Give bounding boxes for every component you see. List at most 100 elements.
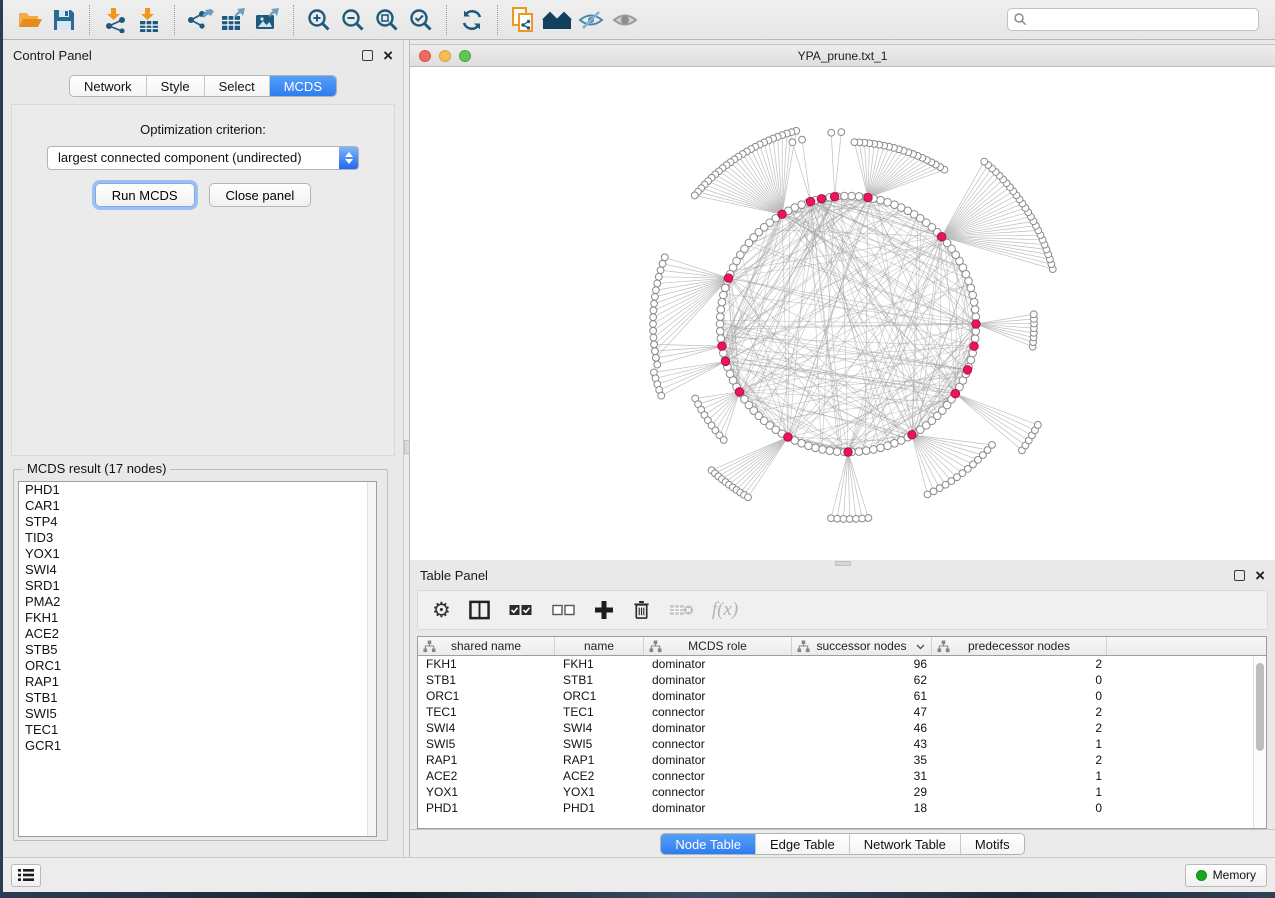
cell-shared-name[interactable]: TEC1 [418,704,555,720]
cell-predecessor-nodes[interactable]: 2 [932,704,1107,720]
tab-network[interactable]: Network [70,76,147,96]
mcds-result-item[interactable]: STB1 [19,690,376,706]
cell-successor-nodes[interactable]: 61 [792,688,932,704]
cell-name[interactable]: TEC1 [555,704,644,720]
table-row-rap1[interactable]: RAP1RAP1dominator352 [418,752,1266,768]
table-row-swi4[interactable]: SWI4SWI4dominator462 [418,720,1266,736]
add-entry-button[interactable] [594,600,614,620]
cell-predecessor-nodes[interactable]: 0 [932,800,1107,816]
cell-predecessor-nodes[interactable]: 1 [932,768,1107,784]
mcds-result-item[interactable]: CAR1 [19,498,376,514]
run-mcds-button[interactable]: Run MCDS [95,183,195,207]
cell-shared-name[interactable]: SWI4 [418,720,555,736]
tab-network-table[interactable]: Network Table [850,834,961,854]
table-row-fkh1[interactable]: FKH1FKH1dominator962 [418,656,1266,672]
cell-successor-nodes[interactable]: 62 [792,672,932,688]
cell-successor-nodes[interactable]: 43 [792,736,932,752]
copy-share-button[interactable] [506,4,540,36]
tab-mcds[interactable]: MCDS [270,76,336,96]
delete-table-button[interactable] [669,602,694,618]
network-overview-button[interactable] [540,4,574,36]
cell-predecessor-nodes[interactable]: 0 [932,688,1107,704]
cell-mcds-role[interactable]: dominator [644,800,792,816]
cell-mcds-role[interactable]: dominator [644,672,792,688]
cell-mcds-role[interactable]: connector [644,768,792,784]
table-scroll-thumb[interactable] [1256,663,1264,751]
optimization-select[interactable]: largest connected component (undirected) [47,146,359,170]
cell-name[interactable]: FKH1 [555,656,644,672]
cell-mcds-role[interactable]: connector [644,784,792,800]
import-network-button[interactable] [98,4,132,36]
float-panel-icon[interactable] [362,50,373,61]
mcds-result-item[interactable]: STB5 [19,642,376,658]
column-header-mcds-role[interactable]: MCDS role [644,637,792,655]
cell-predecessor-nodes[interactable]: 1 [932,736,1107,752]
cell-name[interactable]: SWI4 [555,720,644,736]
table-row-phd1[interactable]: PHD1PHD1dominator180 [418,800,1266,816]
cell-shared-name[interactable]: PHD1 [418,800,555,816]
mcds-result-item[interactable]: ACE2 [19,626,376,642]
zoom-in-button[interactable] [302,4,336,36]
cell-name[interactable]: SWI5 [555,736,644,752]
vertical-splitter[interactable] [403,40,410,857]
open-file-button[interactable] [13,4,47,36]
network-canvas[interactable] [410,67,1275,560]
cell-predecessor-nodes[interactable]: 0 [932,672,1107,688]
hide-selected-button[interactable] [574,4,608,36]
mcds-result-item[interactable]: YOX1 [19,546,376,562]
close-panel-button[interactable]: Close panel [209,183,312,207]
search-input[interactable] [1007,8,1259,31]
mcds-result-item[interactable]: PMA2 [19,594,376,610]
cell-name[interactable]: YOX1 [555,784,644,800]
column-header-shared-name[interactable]: shared name [418,637,555,655]
cell-mcds-role[interactable]: connector [644,736,792,752]
refresh-view-button[interactable] [455,4,489,36]
float-panel-icon[interactable] [1234,570,1245,581]
cell-successor-nodes[interactable]: 31 [792,768,932,784]
column-header-predecessor-nodes[interactable]: predecessor nodes [932,637,1107,655]
cell-name[interactable]: STB1 [555,672,644,688]
mcds-result-item[interactable]: PHD1 [19,482,376,498]
mcds-result-item[interactable]: SWI4 [19,562,376,578]
zoom-fit-button[interactable] [370,4,404,36]
cell-mcds-role[interactable]: connector [644,704,792,720]
cell-successor-nodes[interactable]: 18 [792,800,932,816]
table-row-orc1[interactable]: ORC1ORC1dominator610 [418,688,1266,704]
cell-shared-name[interactable]: FKH1 [418,656,555,672]
table-row-yox1[interactable]: YOX1YOX1connector291 [418,784,1266,800]
show-all-button[interactable] [608,4,642,36]
cell-shared-name[interactable]: ACE2 [418,768,555,784]
cell-shared-name[interactable]: YOX1 [418,784,555,800]
cell-shared-name[interactable]: STB1 [418,672,555,688]
table-row-tec1[interactable]: TEC1TEC1connector472 [418,704,1266,720]
cell-mcds-role[interactable]: dominator [644,688,792,704]
cell-mcds-role[interactable]: dominator [644,752,792,768]
cell-name[interactable]: ORC1 [555,688,644,704]
zoom-selected-button[interactable] [404,4,438,36]
mcds-result-item[interactable]: TID3 [19,530,376,546]
table-row-ace2[interactable]: ACE2ACE2connector311 [418,768,1266,784]
cell-predecessor-nodes[interactable]: 2 [932,752,1107,768]
mcds-result-item[interactable]: FKH1 [19,610,376,626]
memory-button[interactable]: Memory [1185,864,1267,887]
maximize-window-icon[interactable] [459,50,471,62]
mcds-result-item[interactable]: TEC1 [19,722,376,738]
export-network-button[interactable] [183,4,217,36]
split-panel-button[interactable] [469,600,490,620]
tab-select[interactable]: Select [205,76,270,96]
cell-predecessor-nodes[interactable]: 2 [932,656,1107,672]
mcds-result-item[interactable]: RAP1 [19,674,376,690]
network-graph[interactable] [410,67,1275,560]
select-all-button[interactable] [508,603,533,617]
cell-shared-name[interactable]: SWI5 [418,736,555,752]
close-panel-icon[interactable]: × [383,50,393,61]
mcds-result-item[interactable]: ORC1 [19,658,376,674]
zoom-out-button[interactable] [336,4,370,36]
column-header-name[interactable]: name [555,637,644,655]
column-header-successor-nodes[interactable]: successor nodes [792,637,932,655]
mcds-result-item[interactable]: GCR1 [19,738,376,754]
cell-successor-nodes[interactable]: 29 [792,784,932,800]
cell-name[interactable]: PHD1 [555,800,644,816]
function-builder-button[interactable]: f(x) [712,599,738,621]
cell-successor-nodes[interactable]: 47 [792,704,932,720]
